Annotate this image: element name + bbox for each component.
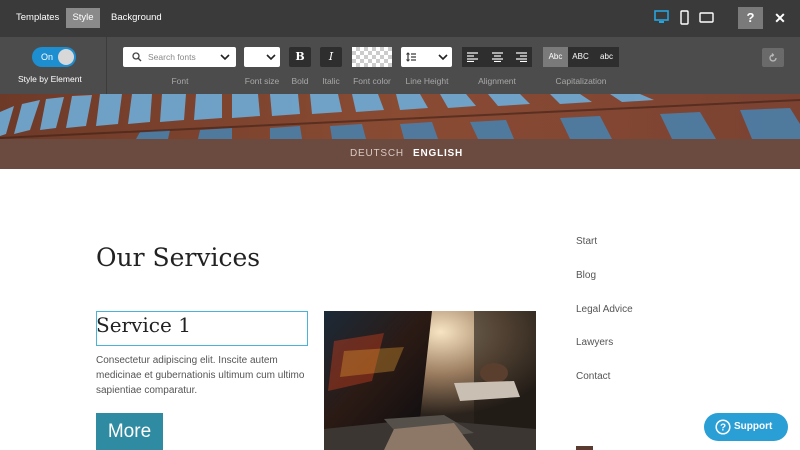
- close-button[interactable]: ✕: [772, 7, 788, 29]
- font-color-label: Font color: [353, 76, 391, 86]
- lowercase-button[interactable]: abc: [594, 47, 619, 67]
- help-circle-icon: ?: [715, 419, 731, 435]
- bold-label: Bold: [291, 76, 309, 86]
- capitalize-button[interactable]: Abc: [543, 47, 568, 67]
- language-nav: DEUTSCH ENGLISH: [0, 139, 800, 169]
- help-button[interactable]: ?: [738, 7, 763, 29]
- style-by-element-toggle[interactable]: On: [32, 47, 76, 67]
- laptop-image: [324, 311, 536, 450]
- align-left-icon[interactable]: [467, 52, 478, 62]
- font-label: Font: [171, 76, 189, 86]
- tab-templates[interactable]: Templates: [16, 8, 59, 28]
- laptop-photo-image[interactable]: [324, 311, 536, 450]
- support-label: Support: [734, 421, 773, 432]
- font-search-input[interactable]: Search fonts: [123, 47, 236, 67]
- service-title-selected-box[interactable]: Service 1: [96, 311, 308, 346]
- reset-button[interactable]: [762, 48, 784, 67]
- chevron-down-icon: [438, 54, 448, 61]
- sidebar-image-thumbnail: [576, 446, 593, 450]
- alignment-group: [462, 47, 532, 67]
- more-button[interactable]: More: [96, 413, 163, 450]
- chevron-down-icon: [220, 54, 230, 61]
- tab-background[interactable]: Background: [111, 8, 162, 28]
- bold-button[interactable]: B: [289, 47, 311, 67]
- sidebar-item-start[interactable]: Start: [576, 236, 597, 247]
- align-right-icon[interactable]: [516, 52, 527, 62]
- support-button[interactable]: ? Support: [704, 413, 788, 441]
- mobile-icon[interactable]: [680, 10, 689, 25]
- toggle-label: On: [41, 52, 54, 62]
- service-description[interactable]: Consectetur adipiscing elit. Inscite aut…: [96, 353, 311, 398]
- uppercase-button[interactable]: ABC: [568, 47, 593, 67]
- align-center-icon[interactable]: [492, 52, 503, 62]
- svg-text:?: ?: [720, 423, 726, 434]
- font-search-placeholder: Search fonts: [148, 52, 196, 62]
- editor-topbar: Templates Style Background ? ✕: [0, 0, 800, 37]
- language-deutsch-link[interactable]: DEUTSCH: [350, 139, 404, 169]
- tab-style[interactable]: Style: [66, 8, 100, 28]
- capitalization-label: Capitalization: [555, 76, 607, 86]
- sidebar-item-legal-advice[interactable]: Legal Advice: [576, 304, 633, 315]
- style-toolbar: On Style by Element Search fonts Font Fo…: [0, 37, 800, 94]
- line-height-select[interactable]: [401, 47, 452, 67]
- alignment-label: Alignment: [478, 76, 516, 86]
- italic-label: Italic: [322, 76, 340, 86]
- font-size-select[interactable]: [244, 47, 280, 67]
- chevron-down-icon: [266, 54, 276, 61]
- italic-button[interactable]: I: [320, 47, 342, 67]
- sidebar-item-blog[interactable]: Blog: [576, 270, 596, 281]
- desktop-icon[interactable]: [654, 10, 669, 24]
- header-banner-image: [0, 94, 800, 139]
- font-color-picker[interactable]: [352, 47, 392, 67]
- page-title[interactable]: Our Services: [96, 243, 260, 272]
- toggle-knob: [58, 49, 74, 65]
- capitalization-group: Abc ABC abc: [543, 47, 619, 67]
- service-title[interactable]: Service 1: [96, 313, 191, 337]
- line-height-icon: [406, 52, 416, 62]
- tablet-icon[interactable]: [699, 12, 714, 23]
- search-icon: [132, 52, 142, 62]
- sidebar-item-lawyers[interactable]: Lawyers: [576, 337, 613, 348]
- font-size-label: Font size: [244, 76, 280, 86]
- building-facade-image: [0, 94, 800, 139]
- sidebar-item-contact[interactable]: Contact: [576, 371, 610, 382]
- style-by-element-label: Style by Element: [18, 74, 82, 84]
- toolbar-divider: [106, 37, 107, 94]
- language-english-link[interactable]: ENGLISH: [413, 139, 463, 169]
- line-height-label: Line Height: [405, 76, 449, 86]
- reset-icon: [769, 53, 777, 62]
